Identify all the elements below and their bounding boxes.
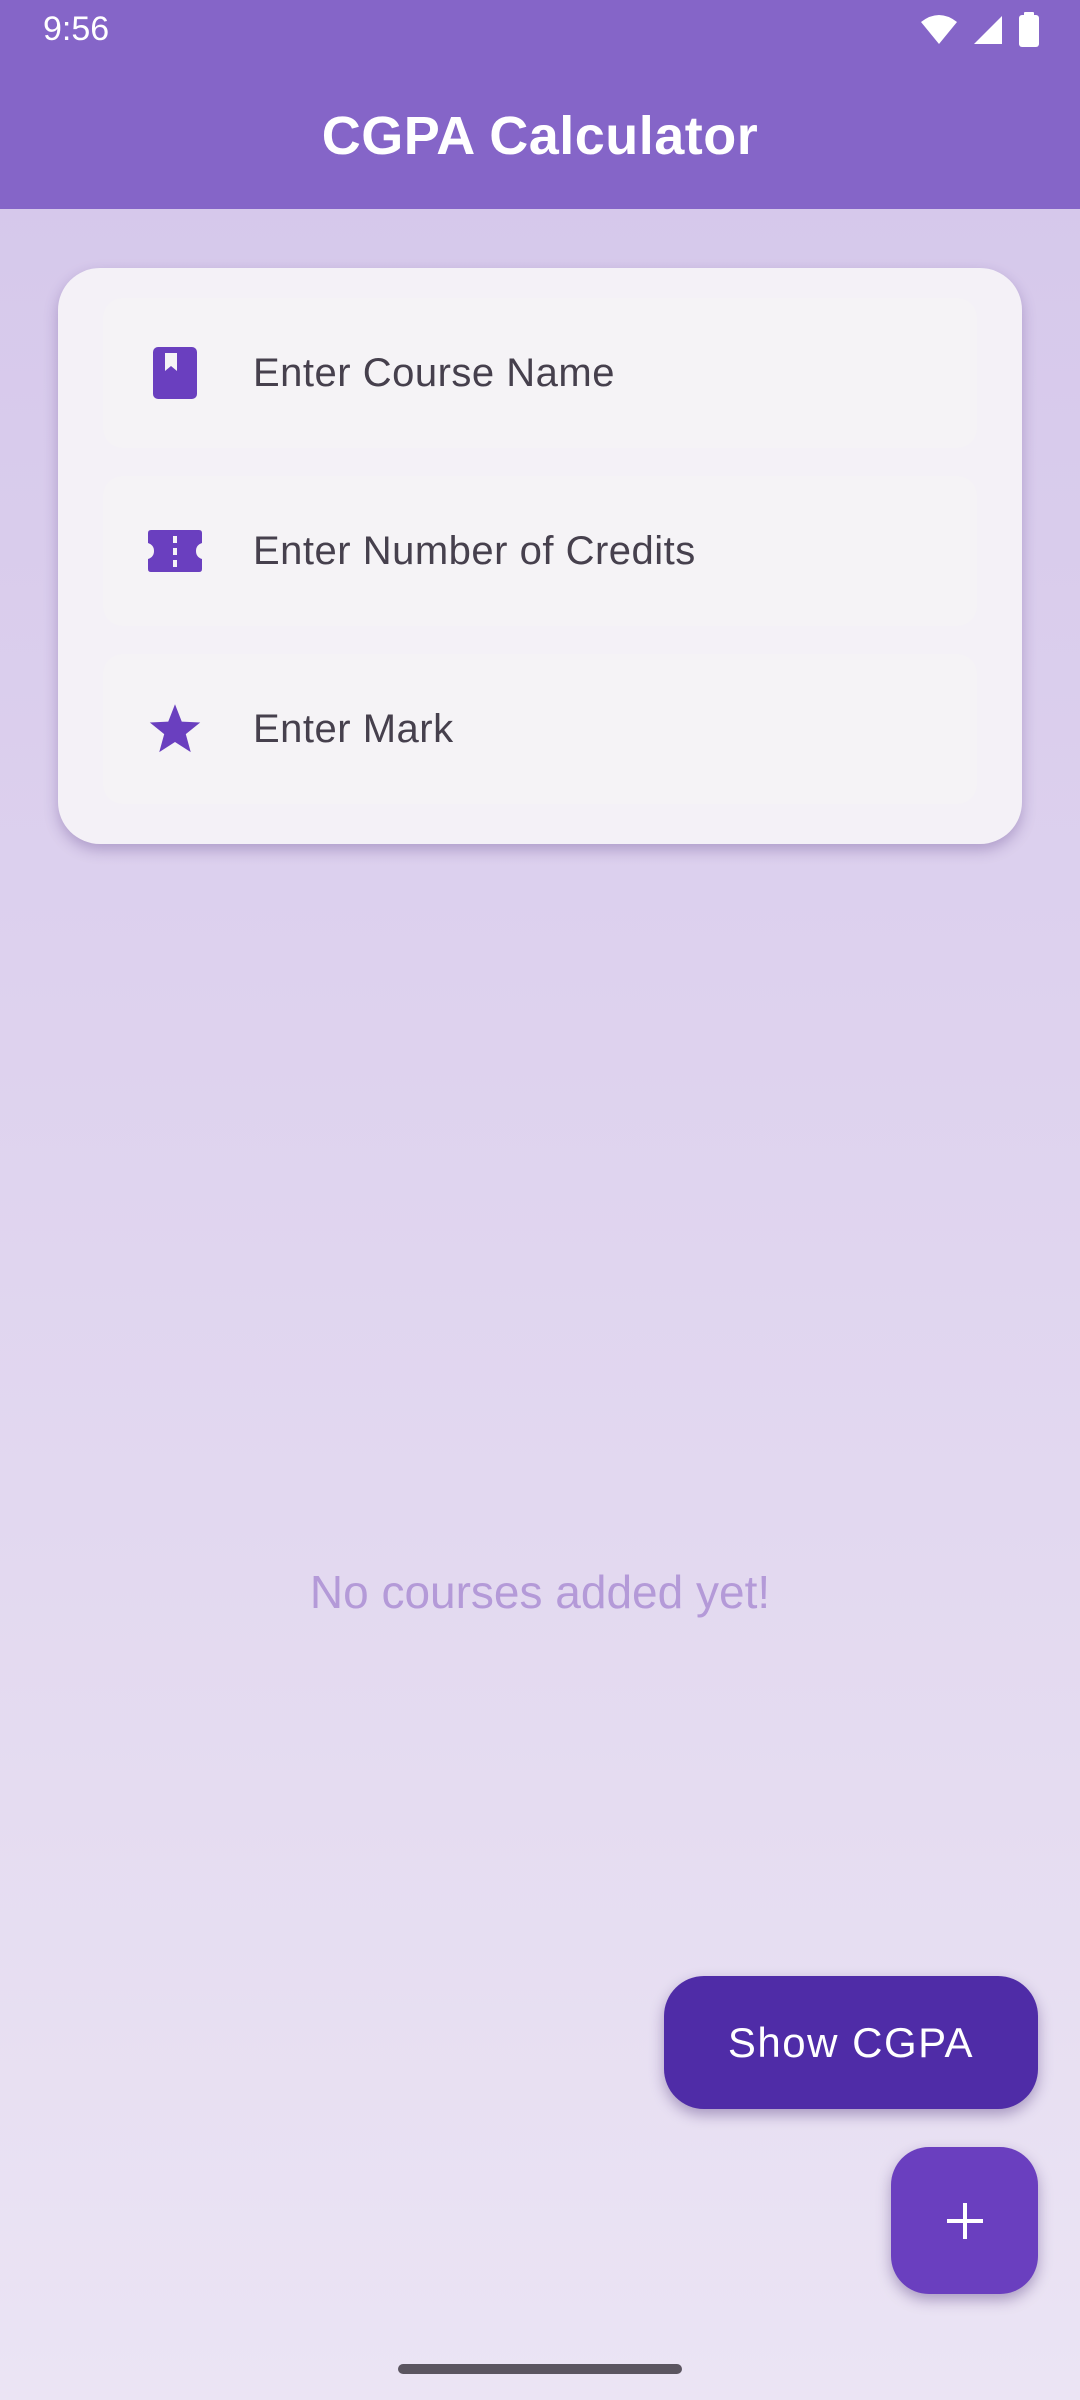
star-icon	[145, 699, 205, 759]
mark-field[interactable]: Enter Mark	[103, 654, 977, 804]
plus-icon	[946, 2202, 983, 2239]
show-cgpa-button[interactable]: Show CGPA	[664, 1976, 1038, 2109]
course-form-card: Enter Course Name Enter Number of Credit…	[58, 268, 1022, 844]
status-icons	[920, 12, 1040, 48]
cellular-signal-icon	[974, 16, 1002, 44]
app-bar: CGPA Calculator	[0, 62, 1080, 209]
ticket-icon	[145, 521, 205, 581]
credits-input[interactable]: Enter Number of Credits	[253, 529, 696, 574]
course-name-field[interactable]: Enter Course Name	[103, 298, 977, 448]
status-time: 9:56	[43, 10, 110, 48]
page-title: CGPA Calculator	[321, 105, 759, 166]
status-bar: 9:56	[0, 0, 1080, 62]
wifi-icon	[921, 15, 957, 44]
credits-field[interactable]: Enter Number of Credits	[103, 476, 977, 626]
empty-state-message: No courses added yet!	[309, 1566, 771, 1618]
book-icon	[145, 343, 205, 403]
course-name-input[interactable]: Enter Course Name	[253, 351, 615, 396]
battery-icon	[1019, 12, 1039, 47]
home-indicator[interactable]	[398, 2364, 682, 2374]
mark-input[interactable]: Enter Mark	[253, 707, 454, 752]
add-course-button[interactable]	[891, 2147, 1038, 2294]
